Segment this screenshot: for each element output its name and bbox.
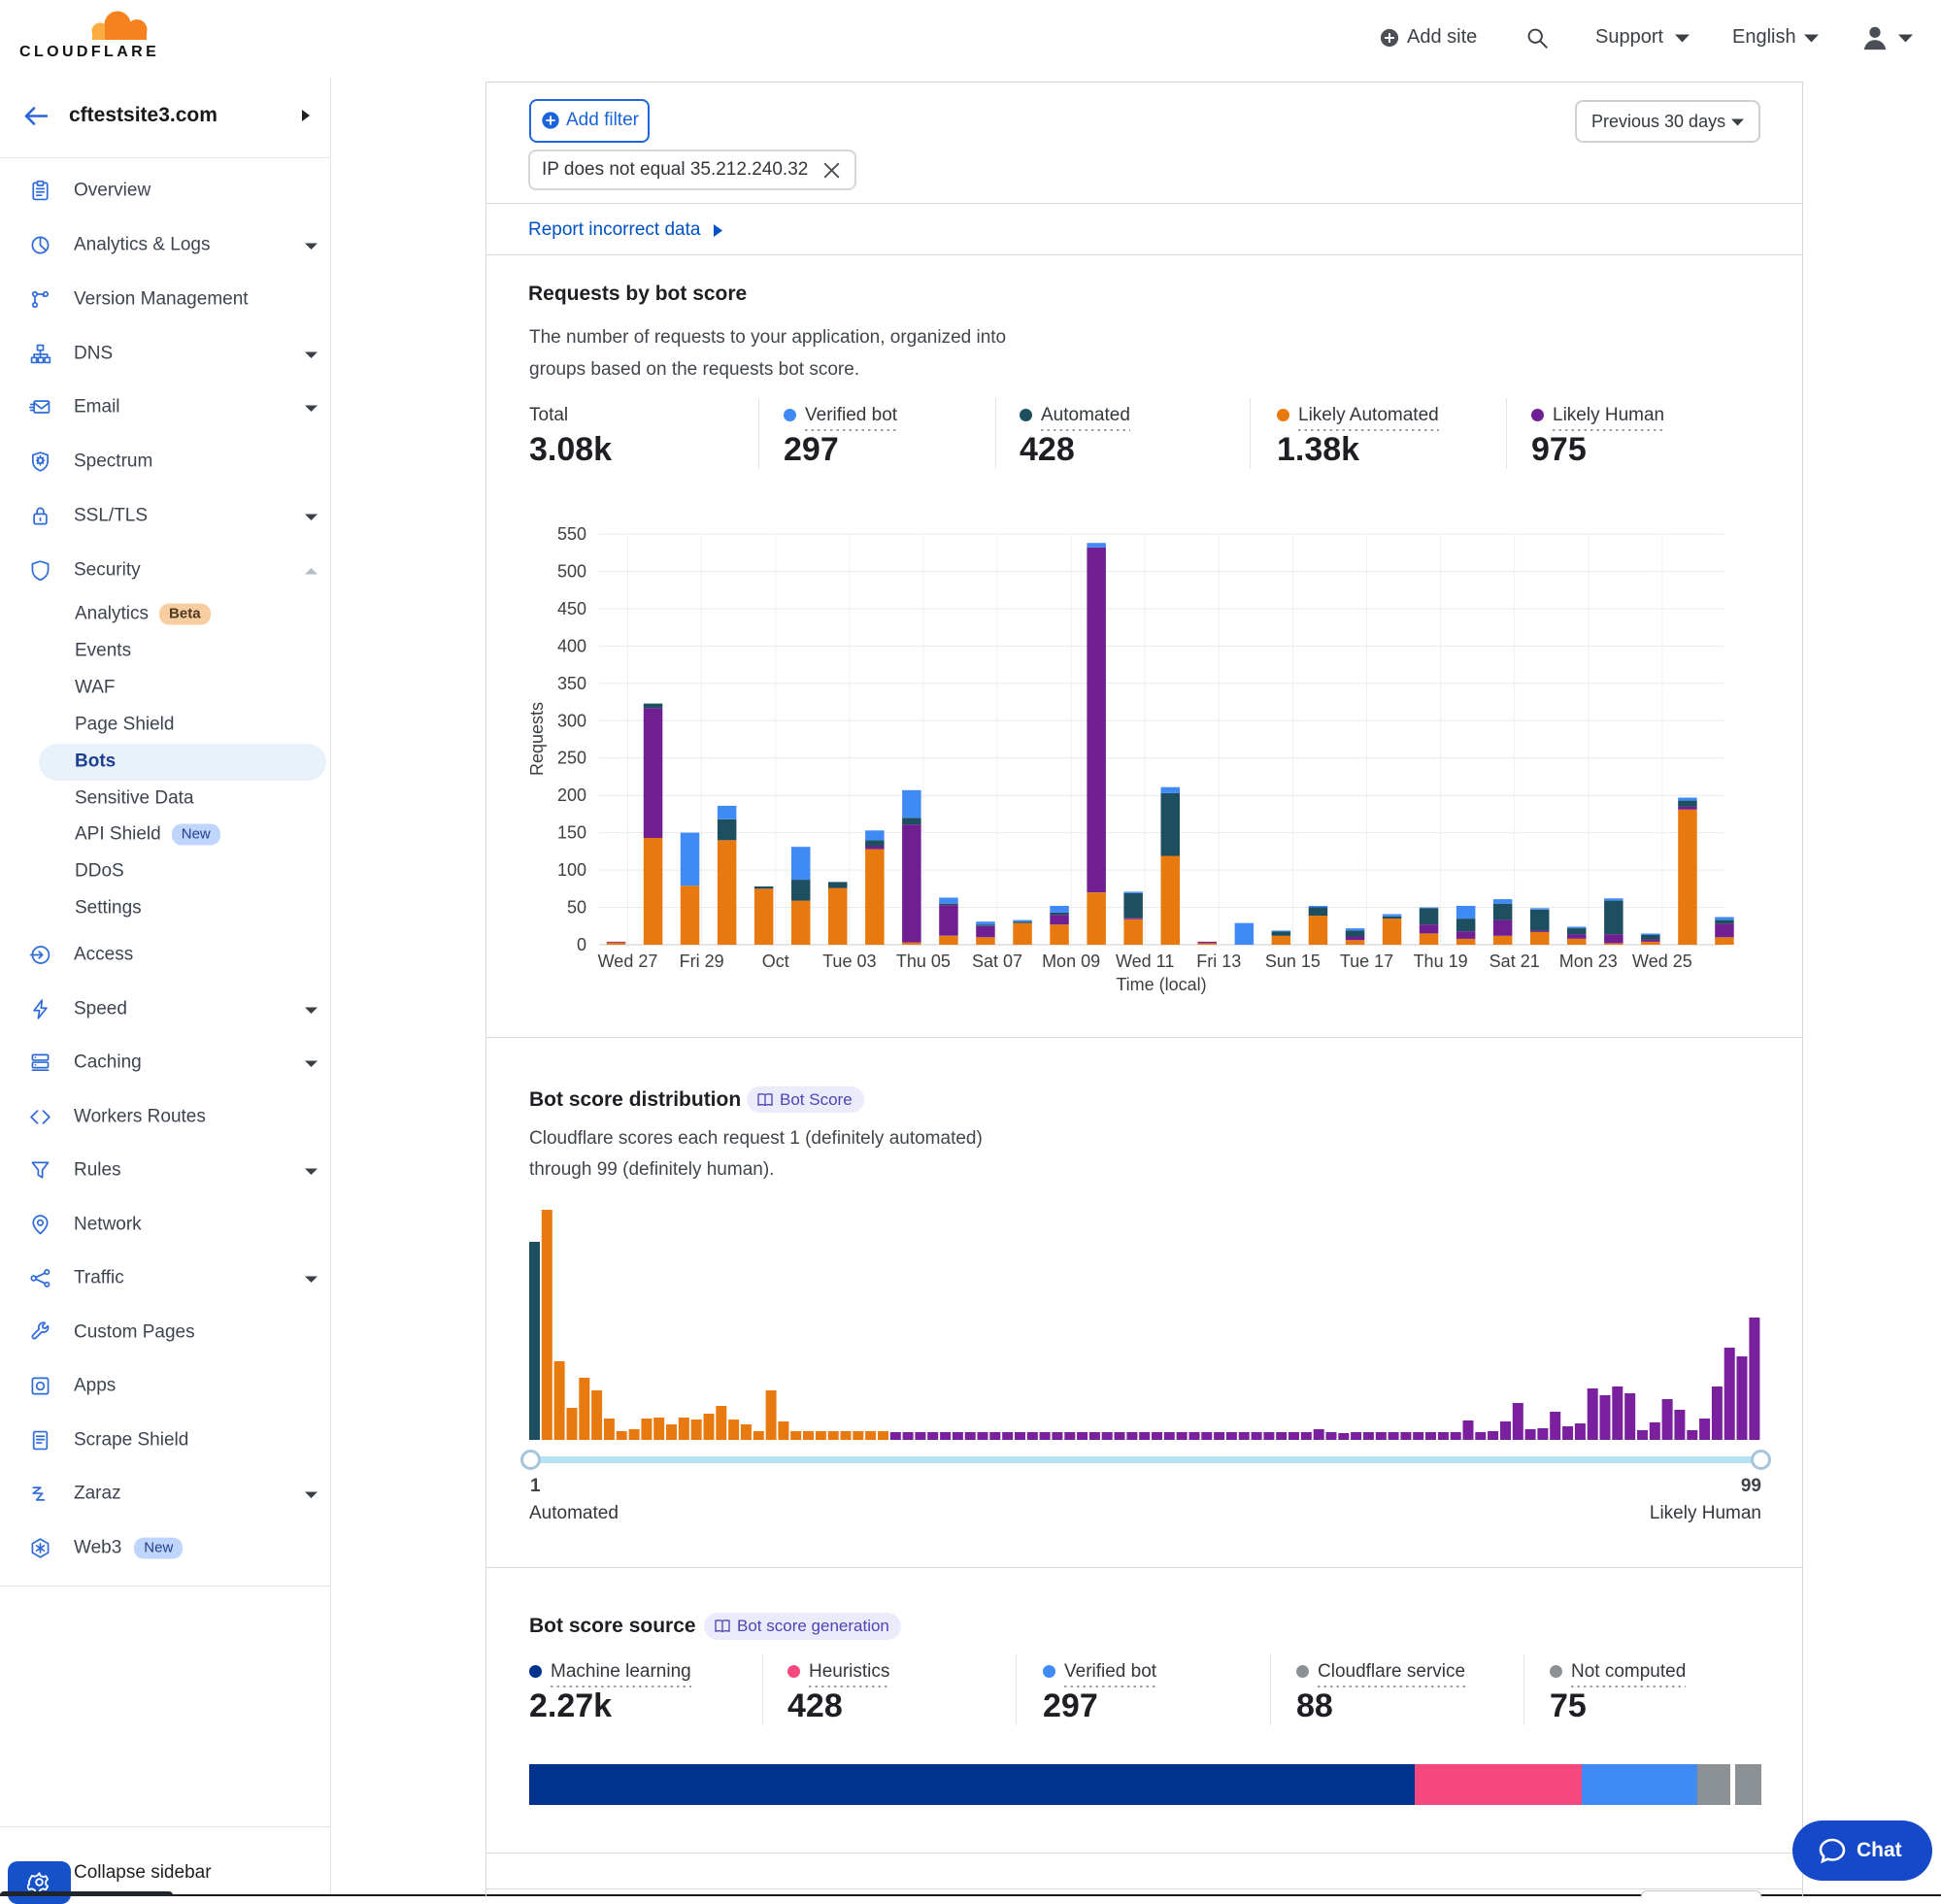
svg-text:Sat 21: Sat 21	[1489, 952, 1540, 971]
svg-text:300: 300	[557, 711, 586, 730]
svg-text:Tue 03: Tue 03	[822, 952, 876, 971]
svg-text:Wed 11: Wed 11	[1116, 952, 1174, 971]
svg-text:350: 350	[557, 674, 586, 693]
svg-text:Tue 17: Tue 17	[1340, 952, 1393, 971]
svg-text:Oct: Oct	[762, 952, 789, 971]
svg-text:250: 250	[557, 749, 586, 768]
svg-text:Mon 09: Mon 09	[1042, 952, 1100, 971]
svg-text:Time (local): Time (local)	[1116, 975, 1206, 994]
svg-text:Sun 15: Sun 15	[1265, 952, 1321, 971]
svg-text:Sat 07: Sat 07	[972, 952, 1022, 971]
svg-text:Wed 25: Wed 25	[1632, 952, 1692, 971]
svg-text:Thu 05: Thu 05	[896, 952, 951, 971]
svg-text:Thu 19: Thu 19	[1414, 952, 1468, 971]
svg-text:400: 400	[557, 636, 586, 655]
svg-text:50: 50	[567, 898, 586, 918]
svg-text:Fri 29: Fri 29	[680, 952, 724, 971]
svg-text:200: 200	[557, 785, 586, 805]
svg-text:550: 550	[557, 524, 586, 544]
svg-text:Requests: Requests	[527, 702, 547, 776]
svg-text:450: 450	[557, 599, 586, 618]
svg-text:0: 0	[577, 935, 586, 954]
svg-text:500: 500	[557, 562, 586, 582]
svg-text:100: 100	[557, 860, 586, 880]
svg-text:Mon 23: Mon 23	[1559, 952, 1618, 971]
svg-text:150: 150	[557, 823, 586, 843]
svg-text:Fri 13: Fri 13	[1196, 952, 1241, 971]
svg-text:Wed 27: Wed 27	[598, 952, 658, 971]
